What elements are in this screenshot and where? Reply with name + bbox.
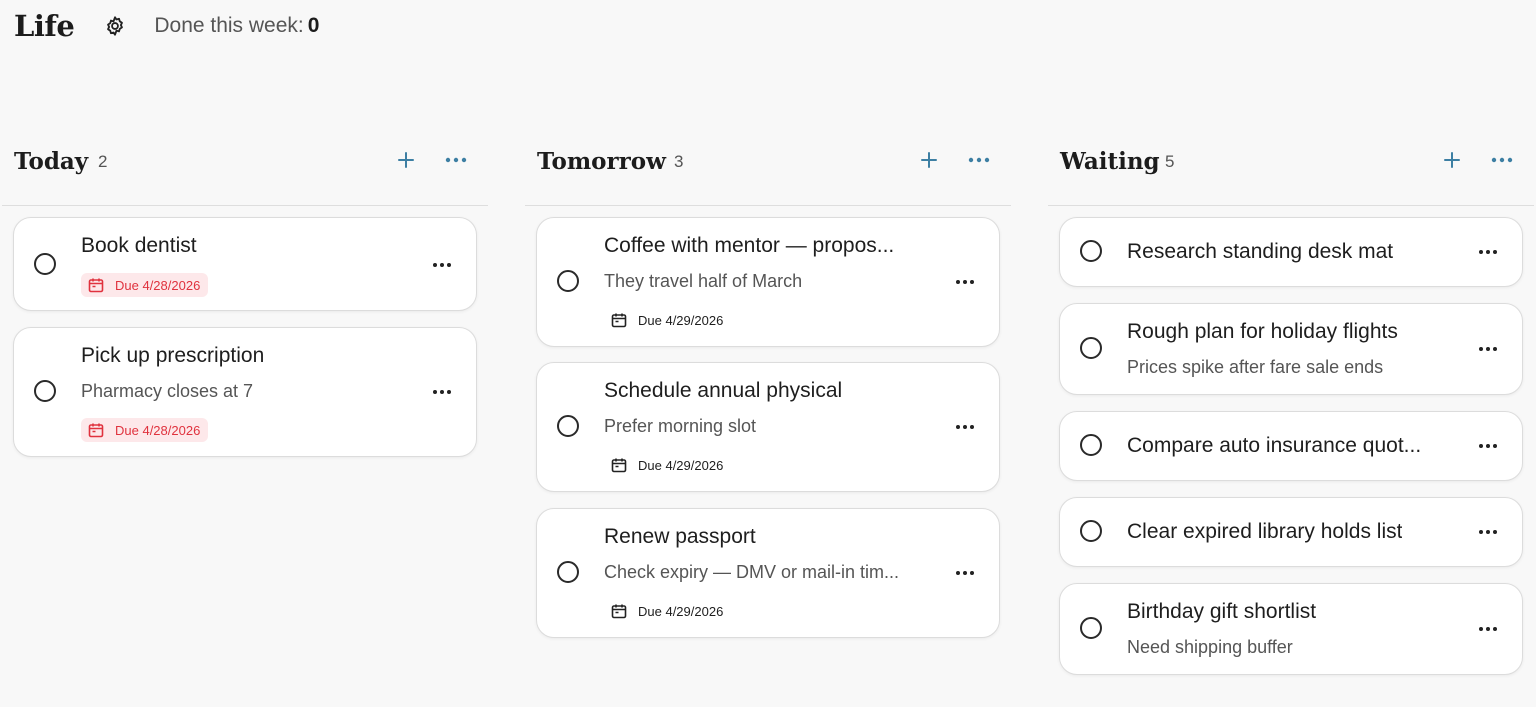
complete-checkbox[interactable] [1080,434,1102,456]
column-header: Today 2 [2,130,488,206]
complete-checkbox[interactable] [557,415,579,437]
card-more-icon[interactable] [1476,337,1500,361]
due-badge: Due 4/29/2026 [604,308,731,332]
done-this-week: Done this week: 0 [154,14,319,38]
task-card[interactable]: Rough plan for holiday flights Prices sp… [1059,303,1523,395]
column-header: Tomorrow 3 [525,130,1011,206]
due-date: Due 4/29/2026 [638,457,724,473]
task-card[interactable]: Research standing desk mat [1059,217,1523,287]
column-header: Waiting 5 [1048,130,1534,206]
due-badge: Due 4/29/2026 [604,453,731,477]
card-more-icon[interactable] [1476,434,1500,458]
complete-checkbox[interactable] [1080,337,1102,359]
column-count: 2 [98,152,108,171]
task-title: Research standing desk mat [1127,240,1394,263]
card-more-icon[interactable] [953,270,977,294]
card-more-icon[interactable] [953,415,977,439]
task-title: Compare auto insurance quot... [1127,434,1422,457]
due-date: Due 4/28/2026 [115,422,201,438]
task-card[interactable]: Renew passport Check expiry — DMV or mai… [536,508,1000,638]
task-card[interactable]: Pick up prescription Pharmacy closes at … [13,327,477,457]
task-card[interactable]: Coffee with mentor — propos... They trav… [536,217,1000,347]
column-count: 3 [674,152,684,171]
task-note: Check expiry — DMV or mail-in tim... [604,562,900,582]
task-card[interactable]: Schedule annual physical Prefer morning … [536,362,1000,492]
column-more-icon[interactable] [1490,148,1514,172]
task-title: Schedule annual physical [604,379,843,402]
card-more-icon[interactable] [430,380,454,404]
task-card[interactable]: Birthday gift shortlist Need shipping bu… [1059,583,1523,675]
done-label: Done this week: [154,14,304,37]
calendar-icon [610,602,628,620]
card-more-icon[interactable] [953,561,977,585]
task-card[interactable]: Book dentist Due 4/28/2026 [13,217,477,311]
column-title: Today [14,148,89,175]
task-note: Prices spike after fare sale ends [1127,357,1384,377]
card-more-icon[interactable] [1476,617,1500,641]
add-task-icon[interactable] [394,148,418,172]
column-more-icon[interactable] [444,148,468,172]
calendar-icon [87,276,105,294]
top-bar: Life Done this week: 0 [14,6,319,46]
task-title: Clear expired library holds list [1127,520,1403,543]
column-more-icon[interactable] [967,148,991,172]
task-title: Book dentist [81,234,197,257]
column-waiting: Waiting 5 Research standing desk mat Rou… [1048,130,1534,675]
complete-checkbox[interactable] [557,270,579,292]
due-date: Due 4/29/2026 [638,312,724,328]
task-card[interactable]: Clear expired library holds list [1059,497,1523,567]
done-count: 0 [307,14,320,37]
column-title: Waiting [1060,148,1160,175]
gear-icon[interactable] [104,15,126,37]
complete-checkbox[interactable] [34,253,56,275]
task-title: Coffee with mentor — propos... [604,234,895,257]
task-title: Birthday gift shortlist [1127,600,1317,623]
card-more-icon[interactable] [1476,240,1500,264]
complete-checkbox[interactable] [557,561,579,583]
column-count: 5 [1165,152,1175,171]
task-title: Pick up prescription [81,344,265,367]
complete-checkbox[interactable] [1080,617,1102,639]
card-more-icon[interactable] [430,253,454,277]
task-note: Need shipping buffer [1127,637,1293,657]
task-note: Prefer morning slot [604,416,757,436]
task-title: Renew passport [604,525,756,548]
task-note: Pharmacy closes at 7 [81,381,254,401]
task-note: They travel half of March [604,271,803,291]
calendar-icon [610,456,628,474]
due-date: Due 4/28/2026 [115,277,201,293]
task-card[interactable]: Compare auto insurance quot... [1059,411,1523,481]
column-tomorrow: Tomorrow 3 Coffee with mentor — propos..… [525,130,1011,638]
due-badge: Due 4/28/2026 [81,418,209,442]
calendar-icon [610,311,628,329]
column-today: Today 2 Book dentist Due 4/28/2026 Pick … [2,130,488,457]
due-date: Due 4/29/2026 [638,603,724,619]
column-title: Tomorrow [537,148,666,175]
complete-checkbox[interactable] [1080,520,1102,542]
due-badge: Due 4/28/2026 [81,273,209,297]
add-task-icon[interactable] [917,148,941,172]
complete-checkbox[interactable] [1080,240,1102,262]
calendar-icon [87,421,105,439]
due-badge: Due 4/29/2026 [604,599,731,623]
add-task-icon[interactable] [1440,148,1464,172]
task-title: Rough plan for holiday flights [1127,320,1398,343]
card-more-icon[interactable] [1476,520,1500,544]
complete-checkbox[interactable] [34,380,56,402]
board-title: Life [14,9,75,43]
